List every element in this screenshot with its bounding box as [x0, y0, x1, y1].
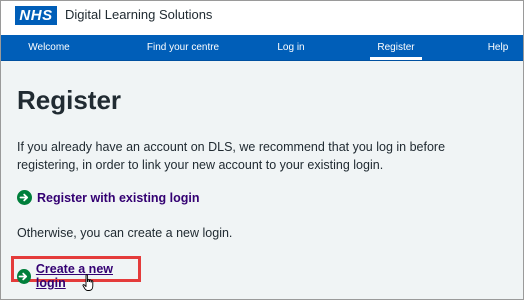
hand-pointer-icon: [82, 274, 94, 291]
browser-frame: NHS Digital Learning Solutions Welcome F…: [0, 0, 524, 300]
main-nav: Welcome Find your centre Log in Register…: [1, 35, 523, 61]
nav-item-welcome[interactable]: Welcome: [1, 35, 97, 60]
register-existing-login-label: Register with existing login: [37, 190, 200, 205]
service-name[interactable]: Digital Learning Solutions: [65, 7, 212, 22]
otherwise-text: Otherwise, you can create a new login.: [17, 226, 233, 240]
nav-item-register[interactable]: Register: [370, 35, 422, 60]
register-existing-login-link[interactable]: Register with existing login: [17, 190, 200, 205]
arrow-right-circle-icon: [17, 190, 32, 205]
intro-text: If you already have an account on DLS, w…: [17, 140, 446, 172]
nav-item-help[interactable]: Help: [481, 35, 515, 60]
nav-item-log-in[interactable]: Log in: [265, 35, 317, 60]
nav-item-find-your-centre[interactable]: Find your centre: [131, 35, 235, 60]
highlight-box: Create a new login: [11, 256, 141, 290]
nhs-logo[interactable]: NHS: [15, 6, 57, 25]
site-header: NHS Digital Learning Solutions: [1, 1, 523, 35]
create-new-login-link[interactable]: Create a new login: [17, 262, 138, 290]
arrow-right-circle-icon: [17, 268, 31, 284]
page-title: Register: [17, 85, 122, 115]
